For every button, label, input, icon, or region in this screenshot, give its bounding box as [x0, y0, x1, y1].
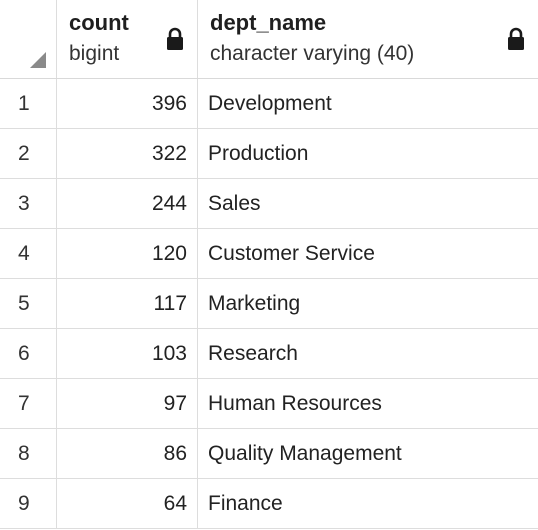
- lock-icon: [167, 27, 183, 50]
- row-number: 3: [18, 192, 30, 215]
- dept-name-cell[interactable]: Human Resources: [198, 379, 538, 428]
- row-number-cell[interactable]: 1: [0, 79, 57, 128]
- row-number: 5: [18, 292, 30, 315]
- select-all-corner[interactable]: [0, 0, 57, 78]
- dept-name-value: Customer Service: [208, 242, 375, 265]
- column-type: character varying (40): [210, 42, 415, 65]
- select-all-corner-icon: [30, 52, 46, 68]
- dept-name-value: Marketing: [208, 292, 301, 315]
- count-cell[interactable]: 64: [57, 479, 198, 528]
- dept-name-cell[interactable]: Development: [198, 79, 538, 128]
- count-value: 120: [151, 242, 187, 265]
- count-cell[interactable]: 97: [57, 379, 198, 428]
- column-header-dept-name[interactable]: dept_name character varying (40): [198, 0, 538, 78]
- dept-name-value: Quality Management: [208, 442, 402, 465]
- row-number: 4: [18, 242, 30, 265]
- dept-name-value: Production: [208, 142, 309, 165]
- table-row[interactable]: 9 64 Finance: [0, 479, 538, 529]
- row-number: 9: [18, 492, 30, 515]
- count-cell[interactable]: 117: [57, 279, 198, 328]
- column-name: count: [69, 10, 129, 35]
- table-row[interactable]: 4 120 Customer Service: [0, 229, 538, 279]
- row-number-cell[interactable]: 9: [0, 479, 57, 528]
- row-number: 2: [18, 142, 30, 165]
- table-row[interactable]: 2 322 Production: [0, 129, 538, 179]
- row-number: 8: [18, 442, 30, 465]
- table-row[interactable]: 3 244 Sales: [0, 179, 538, 229]
- count-cell[interactable]: 396: [57, 79, 198, 128]
- count-cell[interactable]: 120: [57, 229, 198, 278]
- dept-name-value: Finance: [208, 492, 283, 515]
- row-number: 6: [18, 342, 30, 365]
- count-value: 86: [163, 442, 187, 465]
- dept-name-cell[interactable]: Production: [198, 129, 538, 178]
- dept-name-cell[interactable]: Marketing: [198, 279, 538, 328]
- dept-name-value: Sales: [208, 192, 261, 215]
- row-number-cell[interactable]: 8: [0, 429, 57, 478]
- lock-icon: [508, 27, 524, 50]
- count-value: 117: [153, 292, 187, 315]
- row-number-cell[interactable]: 4: [0, 229, 57, 278]
- count-cell[interactable]: 103: [57, 329, 198, 378]
- row-number: 7: [18, 392, 30, 415]
- column-header-count[interactable]: count bigint: [57, 0, 198, 78]
- dept-name-value: Research: [208, 342, 298, 365]
- count-value: 396: [151, 92, 187, 115]
- count-cell[interactable]: 322: [57, 129, 198, 178]
- column-type: bigint: [69, 42, 120, 65]
- table-row[interactable]: 5 117 Marketing: [0, 279, 538, 329]
- count-cell[interactable]: 86: [57, 429, 198, 478]
- row-number-cell[interactable]: 2: [0, 129, 57, 178]
- row-number-cell[interactable]: 7: [0, 379, 57, 428]
- grid-header-row: count bigint dept_name character varying…: [0, 0, 538, 79]
- row-number-cell[interactable]: 3: [0, 179, 57, 228]
- column-name: dept_name: [210, 10, 327, 35]
- dept-name-cell[interactable]: Sales: [198, 179, 538, 228]
- dept-name-cell[interactable]: Customer Service: [198, 229, 538, 278]
- table-row[interactable]: 6 103 Research: [0, 329, 538, 379]
- count-value: 322: [151, 142, 187, 165]
- table-row[interactable]: 1 396 Development: [0, 79, 538, 129]
- dept-name-value: Development: [208, 92, 332, 115]
- table-row[interactable]: 8 86 Quality Management: [0, 429, 538, 479]
- count-value: 244: [151, 192, 187, 215]
- count-value: 97: [163, 392, 187, 415]
- dept-name-cell[interactable]: Quality Management: [198, 429, 538, 478]
- count-value: 103: [151, 342, 187, 365]
- dept-name-cell[interactable]: Research: [198, 329, 538, 378]
- table-row[interactable]: 7 97 Human Resources: [0, 379, 538, 429]
- count-cell[interactable]: 244: [57, 179, 198, 228]
- count-value: 64: [163, 492, 187, 515]
- row-number: 1: [18, 92, 30, 115]
- dept-name-cell[interactable]: Finance: [198, 479, 538, 528]
- row-number-cell[interactable]: 5: [0, 279, 57, 328]
- row-number-cell[interactable]: 6: [0, 329, 57, 378]
- results-grid: count bigint dept_name character varying…: [0, 0, 538, 530]
- dept-name-value: Human Resources: [208, 392, 382, 415]
